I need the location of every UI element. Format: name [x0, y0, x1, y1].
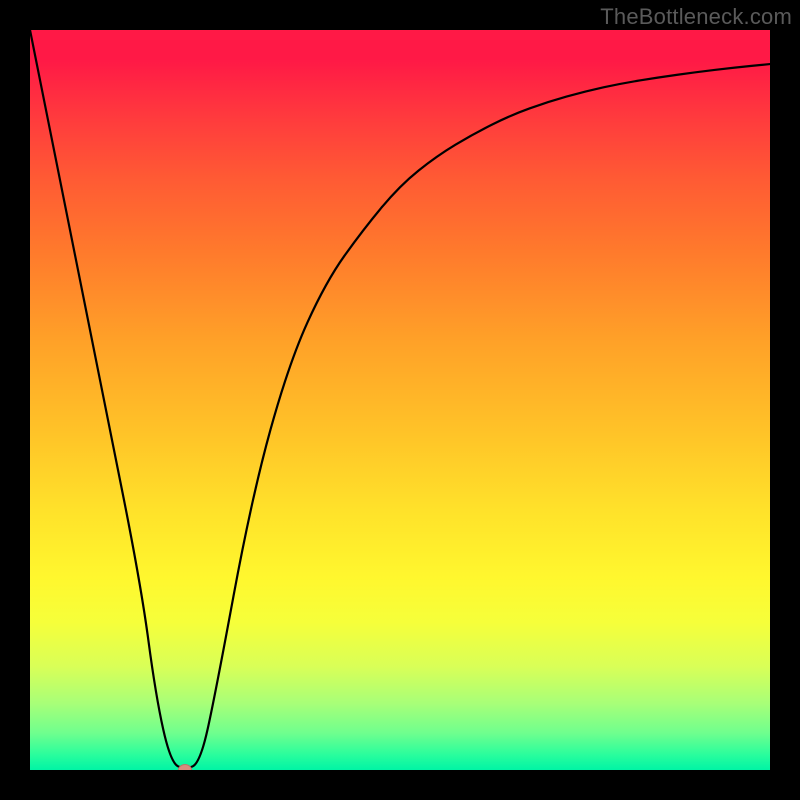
watermark-text: TheBottleneck.com	[600, 4, 792, 30]
chart-frame: TheBottleneck.com	[0, 0, 800, 800]
bottleneck-curve	[30, 30, 770, 768]
curve-svg	[30, 30, 770, 770]
optimum-marker	[178, 764, 192, 770]
plot-area	[30, 30, 770, 770]
